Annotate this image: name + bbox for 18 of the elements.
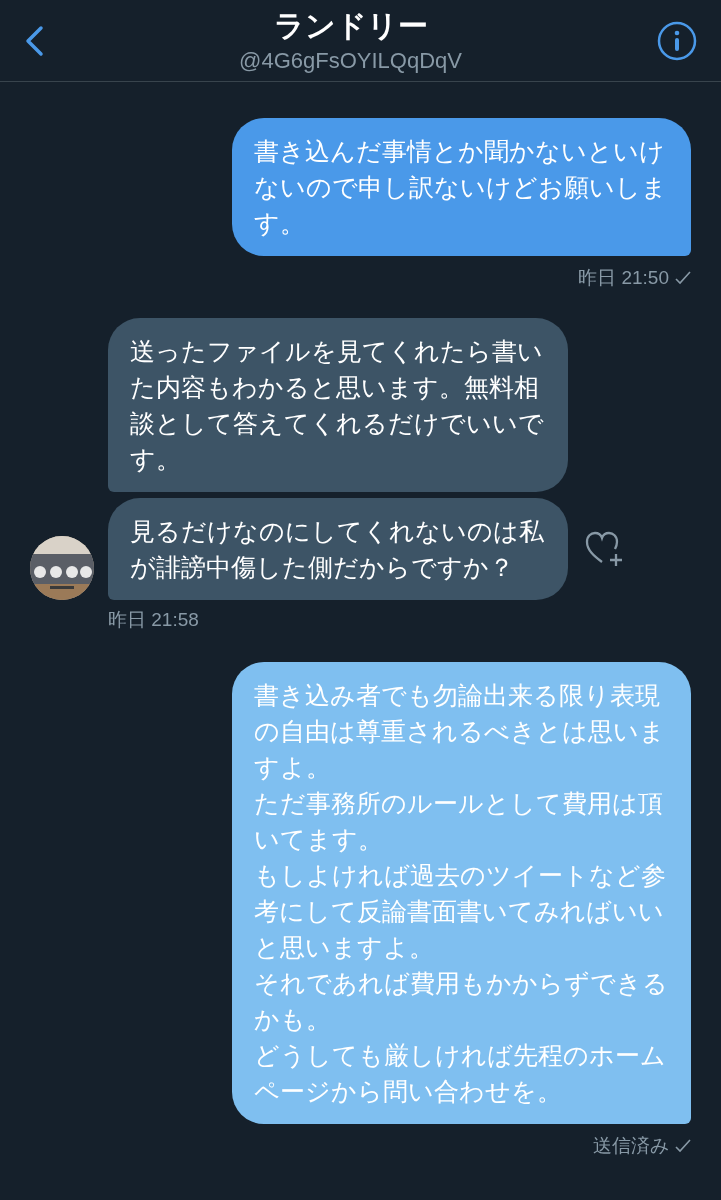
- message-text: 書き込んだ事情とか聞かないといけないので申し訳ないけどお願いします。: [254, 136, 668, 239]
- message-text: もしよければ過去のツイートなど参考にして反論書面書いてみればいいと思いますよ。: [254, 860, 667, 963]
- message-text: 書き込み者でも勿論出来る限り表現の自由は尊重されるべきとは思いますよ。: [254, 680, 666, 783]
- conversation-title: ランドリー: [273, 7, 428, 44]
- message-text: どうしても厳しければ先程のホームページから問い合わせを。: [254, 1040, 667, 1107]
- check-icon: [675, 1139, 691, 1153]
- message-text: 見るだけなのにしてくれないのは私が誹謗中傷した側だからですか？: [130, 516, 545, 583]
- info-icon[interactable]: [657, 20, 697, 61]
- check-icon: [675, 271, 691, 285]
- message-timestamp: 送信済み: [593, 1133, 669, 1158]
- message-text: それであれば費用もかからずできるかも。: [254, 968, 669, 1035]
- message-text: ただ事務所のルールとして費用は頂いてます。: [254, 788, 664, 855]
- message-text: 送ったファイルを見てくれたら書いた内容もわかると思います。無料相談として答えてくれるだけでいいです。: [130, 336, 545, 475]
- back-icon[interactable]: [24, 24, 44, 57]
- user-handle: @4G6gFsOYILQqDqV: [239, 46, 462, 75]
- message-timestamp: 昨日 21:58: [108, 608, 199, 632]
- like-heart-icon[interactable]: [584, 530, 624, 568]
- message-timestamp: 昨日 21:50: [578, 265, 669, 290]
